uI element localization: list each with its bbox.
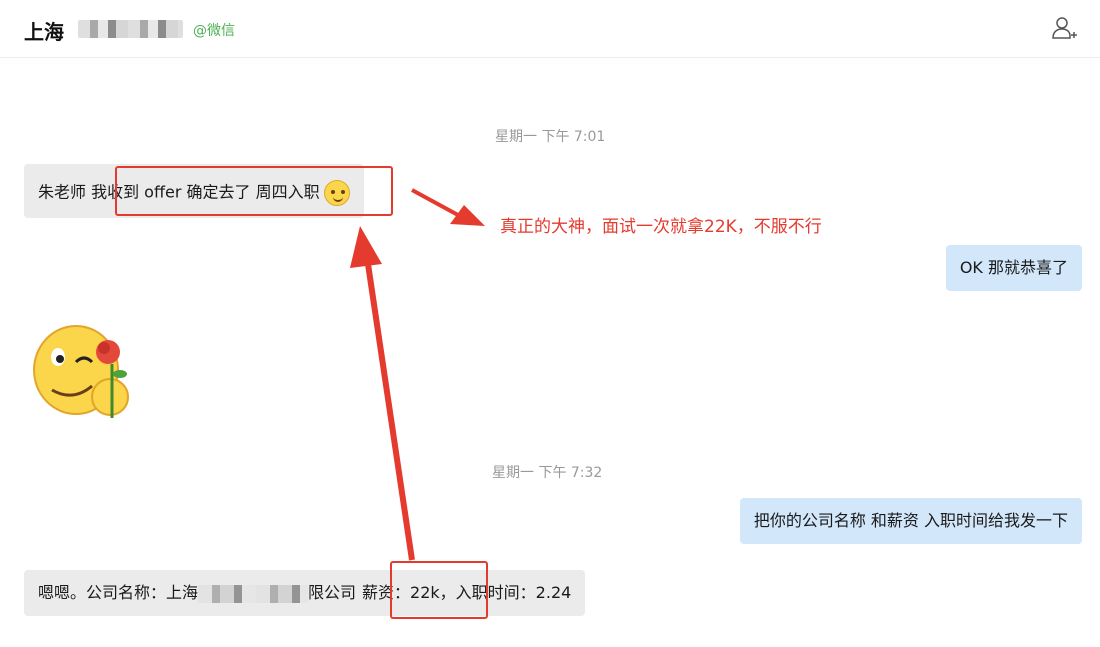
arrow-to-annotation-icon xyxy=(411,188,485,226)
annotation-text: 真正的大神，面试一次就拿22K，不服不行 xyxy=(500,217,822,237)
highlight-box-salary xyxy=(390,561,488,619)
blurred-company-name xyxy=(198,584,309,603)
incoming-message-company-info[interactable]: 嗯嗯。公司名称：上海 限公司 薪资：22k，入职时间：2.24 xyxy=(24,570,586,616)
message-company-suffix: 限公司 xyxy=(308,583,357,602)
annotation-arrows xyxy=(350,188,485,561)
outgoing-message-request-info[interactable]: 把你的公司名称 和薪资 入职时间给我发一下 xyxy=(739,498,1082,544)
chat-source-label: @微信 xyxy=(193,23,235,39)
add-user-icon[interactable] xyxy=(1050,14,1078,42)
emoji-sticker-with-rose-icon[interactable] xyxy=(28,322,138,422)
timestamp-2: 星期一 下午 7:32 xyxy=(492,465,603,481)
message-text-part1: 朱老师 我 xyxy=(38,182,108,202)
chat-title: 上海 xyxy=(24,20,64,44)
message-company-prefix: 嗯嗯。公司名称：上海 xyxy=(38,583,199,602)
timestamp-1: 星期一 下午 7:01 xyxy=(495,129,606,145)
arrow-salary-to-offer-icon xyxy=(350,226,415,561)
outgoing-message-congrats[interactable]: OK 那就恭喜了 xyxy=(945,245,1082,291)
chat-header: 上海 @微信 xyxy=(0,0,1100,58)
blurred-contact-name xyxy=(78,20,183,38)
highlight-box-offer xyxy=(115,166,393,216)
